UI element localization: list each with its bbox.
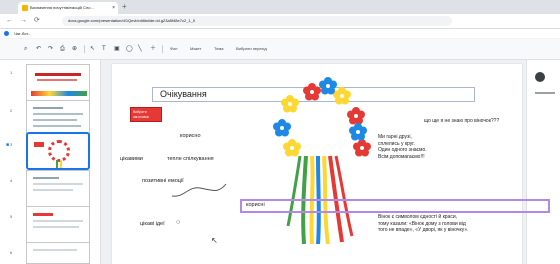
url-field[interactable]: docs.google.com/presentation/d/1Qevl/edi… (62, 16, 452, 26)
reload-icon[interactable]: ⟳ (34, 16, 40, 26)
slide-number: 3 (10, 142, 13, 147)
current-slide-marker: ■ (6, 142, 10, 148)
slide-thumbnail-5[interactable] (26, 206, 90, 244)
description-line: того не впаде», «У дворі, як у віночку». (378, 227, 469, 233)
textbox-icon[interactable]: T (102, 44, 106, 54)
panel-placeholder-line (535, 92, 555, 94)
bookmarks-bar: Чат-бот... (0, 29, 560, 38)
slide-thumbnail-4[interactable] (26, 170, 90, 208)
theme-button[interactable]: Тема (214, 44, 223, 54)
select-icon[interactable]: ↖ (90, 44, 95, 54)
wreath-description[interactable]: Вінок є символом єдності й краси, тому к… (378, 214, 469, 234)
undo-icon[interactable]: ↶ (36, 44, 41, 54)
slide-thumbnail-3[interactable] (26, 132, 90, 170)
bookmark-item[interactable]: Чат-бот... (14, 29, 31, 38)
poem-text[interactable]: Ми гарні друзі, сплелись у круг. Один од… (378, 134, 427, 160)
slide-number: 6 (10, 250, 13, 255)
question-text[interactable]: що ще я не знаю про віночок??? (424, 118, 499, 124)
new-tab-button[interactable]: + (122, 2, 127, 12)
slide-thumbnail-6[interactable] (26, 242, 90, 264)
comment-icon[interactable]: ＋ (150, 44, 156, 54)
poem-line: Всім допомагаємо!!! (378, 153, 425, 160)
layout-button[interactable]: Макет (190, 44, 201, 54)
mouse-cursor-icon: ↖ (211, 236, 218, 245)
slide-number: 1 (10, 70, 13, 75)
background-button[interactable]: Фон (170, 44, 177, 54)
redo-icon[interactable]: ↷ (48, 44, 53, 54)
selected-textbox[interactable] (240, 199, 550, 213)
right-side-panel (526, 60, 560, 264)
toolbar-divider (84, 45, 85, 53)
close-icon[interactable]: × (112, 2, 115, 14)
description-line: Вінок є символом єдності й краси, (378, 214, 458, 220)
zoom-icon[interactable]: ⌕ (24, 44, 27, 54)
toolbar-divider (162, 45, 163, 53)
red-note-box[interactable]: Вибрати заголовок (130, 107, 162, 122)
forward-icon[interactable]: → (20, 16, 27, 26)
paint-format-icon[interactable]: ⊕ (72, 44, 77, 54)
selected-textbox-text[interactable]: корисні (246, 202, 265, 208)
poem-line: Один одного знаємо. (378, 147, 427, 153)
sticky-word[interactable]: цікаві ідеї (140, 221, 165, 227)
slide-number: 5 (10, 214, 13, 219)
speech-bubble-icon: ○ (176, 219, 181, 226)
ukrainian-wreath-illustration (273, 77, 371, 245)
shape-icon[interactable]: ◯ (126, 44, 133, 54)
tab-title: Визначення почуттів/емоцій Сло... (30, 5, 94, 10)
back-icon[interactable]: ← (6, 16, 13, 26)
transition-button[interactable]: Вибрати перехід (236, 44, 267, 54)
browser-tab[interactable]: Визначення почуттів/емоцій Сло... × (18, 2, 118, 14)
avatar[interactable] (535, 72, 545, 82)
slide-number: 4 (10, 178, 13, 183)
squiggle-line (171, 183, 227, 197)
sticky-word[interactable]: тепле спілкування (167, 156, 214, 162)
line-icon[interactable]: ╲ (138, 44, 142, 54)
bookmark-icon (4, 31, 9, 36)
slide-thumbnail-1[interactable] (26, 64, 90, 102)
sticky-word[interactable]: корисно (180, 133, 201, 139)
print-icon[interactable]: ⎙ (60, 44, 65, 54)
slide-title[interactable]: Очікування (160, 89, 207, 99)
slide-number: 2 (10, 108, 13, 113)
image-icon[interactable]: ▣ (114, 44, 120, 54)
slides-icon (22, 5, 28, 11)
sticky-word[interactable]: цікавими (120, 156, 143, 162)
